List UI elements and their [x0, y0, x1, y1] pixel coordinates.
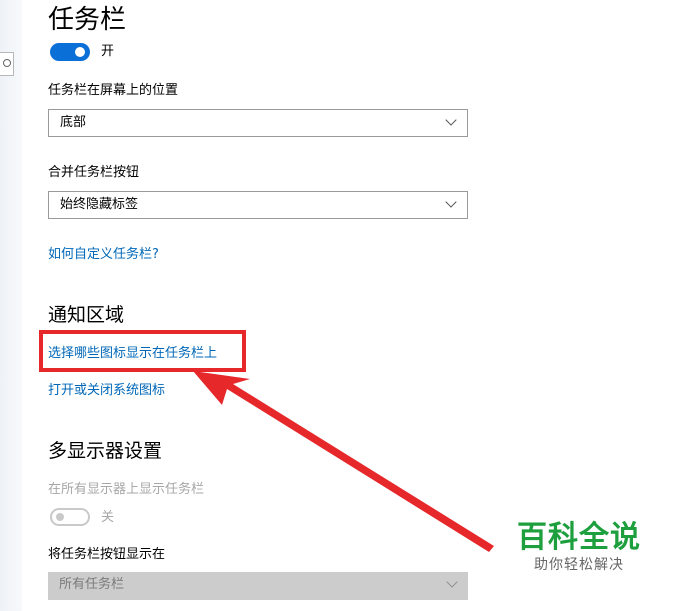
watermark-title: 百科全说	[517, 520, 641, 555]
annotation-arrow-shape	[193, 371, 494, 552]
watermark: 百科全说 助你轻松解决	[514, 520, 644, 574]
watermark-subtitle: 助你轻松解决	[534, 557, 624, 573]
